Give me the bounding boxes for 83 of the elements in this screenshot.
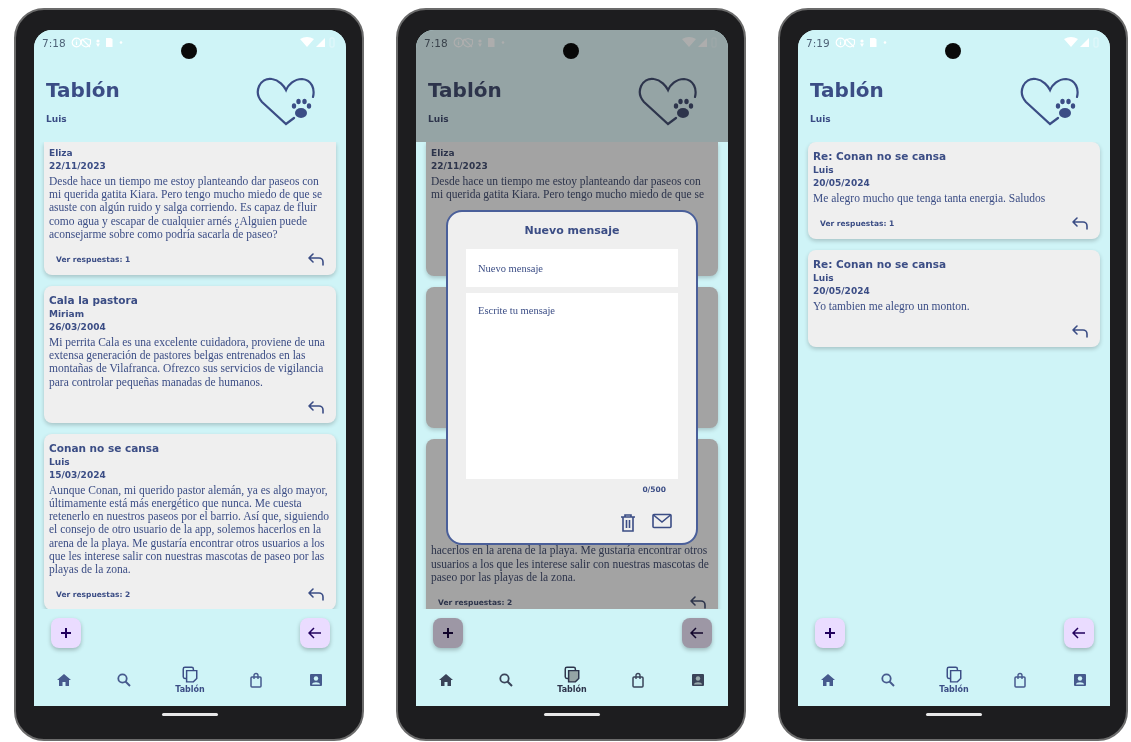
- notes-icon: [945, 665, 963, 683]
- back-button[interactable]: [682, 618, 712, 648]
- post-author: Luis: [813, 273, 835, 284]
- home-icon: [55, 671, 72, 688]
- post-author: Miriam: [49, 309, 85, 319]
- reply-icon[interactable]: [1071, 324, 1089, 339]
- post-body: Me alegro mucho que tenga tanta energia. Saludos: [813, 192, 1047, 206]
- heart-paw-icon: [638, 75, 698, 126]
- notes-icon: [563, 665, 581, 683]
- heart-paw-icon: [1020, 75, 1080, 126]
- home-indicator: [544, 713, 600, 716]
- search-icon: [497, 671, 514, 688]
- reply-icon[interactable]: [307, 252, 325, 266]
- notes-icon: [181, 665, 199, 683]
- home-indicator: [162, 713, 218, 716]
- post-date: 22/11/2023: [49, 161, 107, 171]
- user-name: Luis: [810, 113, 832, 124]
- system-icons-drawing: [300, 37, 338, 48]
- reply-icon[interactable]: [307, 587, 325, 602]
- page-title: Tablón: [46, 77, 120, 102]
- shopping-bag-icon: [630, 671, 647, 688]
- status-time: 7:18: [424, 36, 448, 49]
- shopping-bag-icon: [1012, 671, 1029, 688]
- reply-icon[interactable]: [307, 399, 325, 414]
- post-title: Re: Conan no se cansa: [813, 258, 948, 271]
- add-button[interactable]: [815, 618, 845, 648]
- arrow-left-icon: [690, 627, 704, 639]
- arrow-left-icon: [308, 627, 322, 639]
- message-text-field[interactable]: Escrite tu mensaje: [466, 293, 678, 479]
- post-body: hacerlos en la arena de la playa. Me gustaría encontrar otros usuarios a los que les interese salir con nuestras mascotas de paseo por las playas de la zona.: [431, 544, 710, 584]
- nav-tab[interactable]: Tablón: [553, 663, 591, 696]
- reply-icon[interactable]: [689, 595, 707, 609]
- status-time: 7:19: [806, 36, 830, 49]
- plus-icon: [60, 627, 72, 639]
- camera-drawing: [563, 43, 579, 59]
- search-icon: [115, 671, 132, 688]
- page-title: Tablón: [810, 77, 884, 102]
- search-icon: [879, 671, 896, 688]
- plus-icon: [442, 627, 454, 639]
- profile-icon: [1072, 671, 1089, 688]
- user-name: Luis: [428, 113, 450, 124]
- post-title: Cala la pastora: [49, 294, 139, 306]
- post-author: Luis: [813, 165, 835, 175]
- home-icon: [819, 671, 836, 688]
- camera-drawing: [945, 43, 961, 59]
- home-icon: [437, 671, 454, 688]
- post-date: 20/05/2024: [813, 286, 871, 297]
- plus-icon: [824, 627, 836, 639]
- post-body: Desde hace un tiempo me estoy planteando dar paseos con mi querida gatita Kiara. Pero tengo mucho miedo de que se: [431, 175, 706, 202]
- post-date: 26/03/2004: [49, 322, 107, 332]
- subject-field[interactable]: Nuevo mensaje: [466, 249, 678, 287]
- post-title: Re: Conan no se cansa: [813, 150, 948, 162]
- post-title: Conan no se cansa: [49, 441, 161, 454]
- post-body: Yo tambien me alegro un monton.: [813, 300, 971, 314]
- post-author: Luis: [49, 456, 71, 467]
- heart-paw-icon: [256, 75, 316, 126]
- add-button[interactable]: [51, 618, 81, 648]
- post-date: 20/05/2024: [813, 178, 871, 188]
- post-author: Eliza: [49, 148, 74, 158]
- post-author: Eliza: [431, 148, 456, 158]
- camera-drawing: [181, 43, 197, 59]
- arrow-left-icon: [1072, 627, 1086, 639]
- post-body: Aunque Conan, mi querido pastor alemán, ya es algo mayor, últimamente está más energético que nunca. Me cuesta retenerlo en nuestros paseos por el barrio. Así que, siguiendo el consejo de otro usuario de la app, solemos hacerlos en la arena de la playa. Me gustaría encontrar otros usuarios a los que les interese salir con nuestras mascotas de paseo por las playas de la zona.: [49, 483, 331, 577]
- nav-tab[interactable]: Tablón: [935, 663, 973, 696]
- profile-icon: [308, 671, 325, 688]
- status-time: 7:18: [42, 36, 66, 49]
- post-date: 15/03/2024: [49, 469, 107, 480]
- add-button[interactable]: [433, 618, 463, 648]
- post-body: Desde hace un tiempo me estoy planteando dar paseos con mi querida gatita Kiara. Pero tengo mucho miedo de que se asuste con algún ruido y salga corriendo. Es capaz de fluir como agua y escapar de cualquier arnés ¿Alguien puede aconsejarme sobre como podría sacarla de paseo?: [49, 175, 324, 241]
- back-button[interactable]: [300, 618, 330, 648]
- system-icons-drawing: [1064, 37, 1102, 48]
- user-name: Luis: [46, 113, 68, 124]
- dialog-title: Nuevo mensaje: [523, 224, 621, 237]
- nav-tab[interactable]: Tablón: [171, 663, 209, 696]
- post-body: Mi perrita Cala es una excelente cuidadora, proviene de una extensa generación de pastores belgas entrenados en las montañas de Vilafranca. Ofrezco sus servicios de vigilancia para controlar pequeñas manadas de humanos.: [49, 336, 326, 389]
- reply-icon[interactable]: [1071, 216, 1089, 231]
- profile-icon: [690, 671, 707, 688]
- post-date: 22/11/2023: [431, 161, 489, 171]
- page-title: Tablón: [428, 77, 502, 102]
- shopping-bag-icon: [248, 671, 265, 688]
- back-button[interactable]: [1064, 618, 1094, 648]
- delete-button[interactable]: [620, 513, 636, 533]
- home-indicator: [926, 713, 982, 716]
